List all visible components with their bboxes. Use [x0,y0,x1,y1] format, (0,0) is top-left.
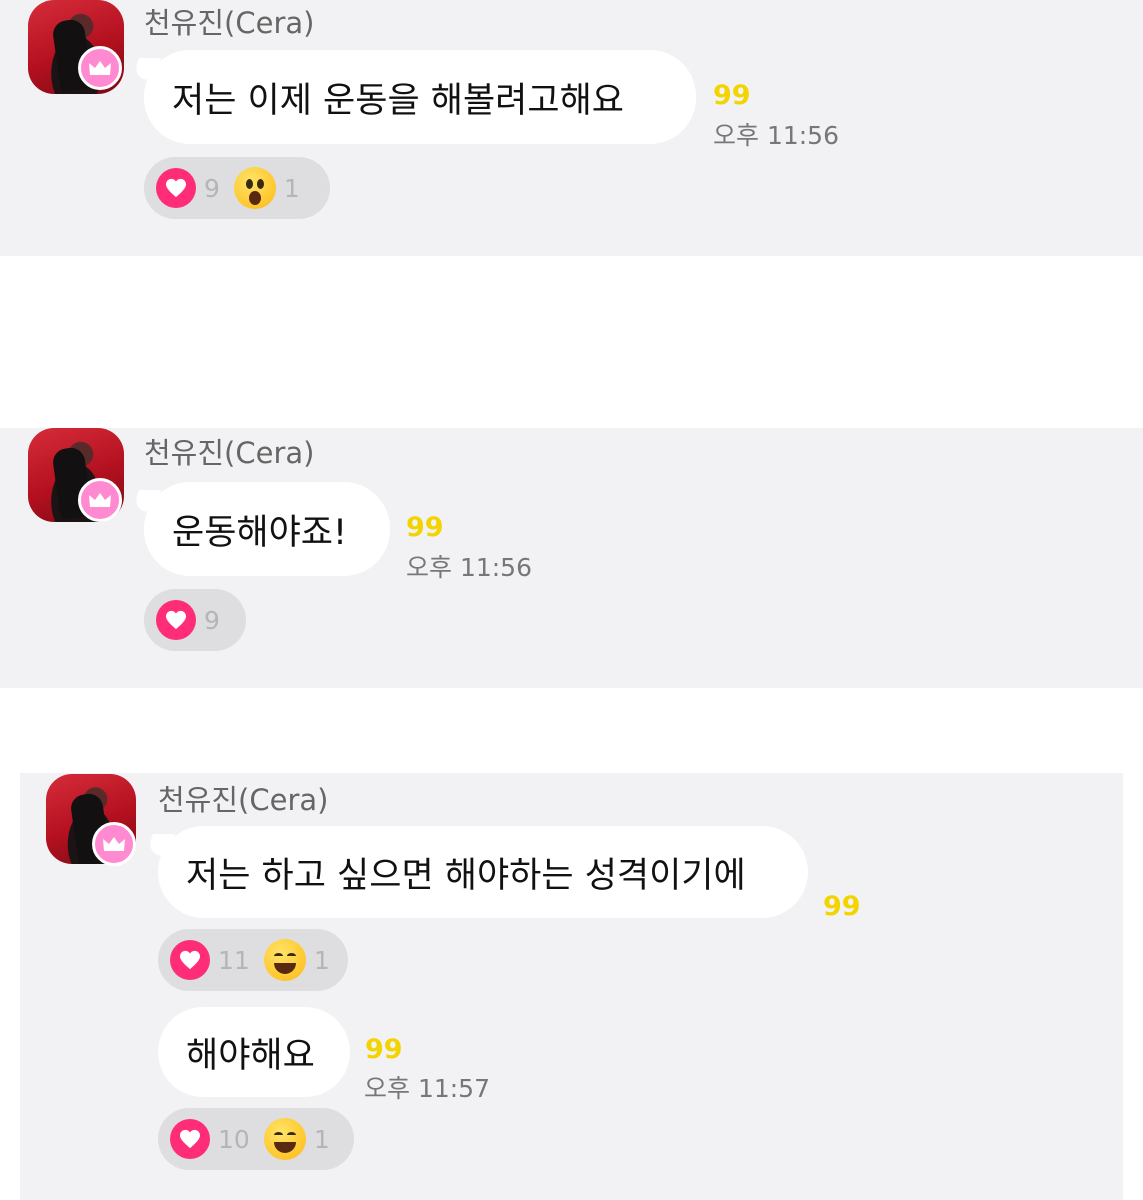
reactions-bar[interactable]: 9 [144,589,246,651]
grinning-face-icon [263,939,306,981]
heart-icon [156,168,196,208]
crown-icon [78,46,122,90]
crown-icon [78,478,122,522]
sender-name: 천유진(Cera) [144,6,315,40]
reaction-count: 9 [204,605,220,635]
timestamp: 오후 11:57 [364,1074,490,1103]
unread-count: 99 [823,891,861,922]
reaction-count: 1 [283,173,300,203]
reaction-count: 9 [204,173,220,203]
reactions-bar[interactable]: 11 1 [158,929,348,991]
heart-icon [170,1119,210,1159]
unread-count: 99 [365,1034,403,1065]
reaction-count: 1 [313,1124,330,1154]
timestamp: 오후 11:56 [406,553,532,582]
surprised-face-icon [233,167,276,209]
reaction-count: 1 [313,945,330,975]
message-bubble[interactable]: 저는 이제 운동을 해볼려고해요 [144,50,696,144]
reaction-count: 10 [218,1124,250,1154]
reactions-bar[interactable]: 10 1 [158,1108,354,1170]
heart-icon [156,600,196,640]
sender-name: 천유진(Cera) [144,436,315,470]
heart-icon [170,940,210,980]
grinning-face-icon [263,1118,306,1160]
message-bubble[interactable]: 해야해요 [158,1007,350,1097]
crown-icon [92,822,136,866]
reactions-bar[interactable]: 9 1 [144,157,330,219]
timestamp: 오후 11:56 [713,121,839,150]
message-bubble[interactable]: 저는 하고 싶으면 해야하는 성격이기에 [158,826,808,918]
unread-count: 99 [713,80,751,111]
reaction-count: 11 [218,945,250,975]
unread-count: 99 [406,512,444,543]
message-bubble[interactable]: 운동해야죠! [144,482,390,576]
sender-name: 천유진(Cera) [158,783,329,817]
